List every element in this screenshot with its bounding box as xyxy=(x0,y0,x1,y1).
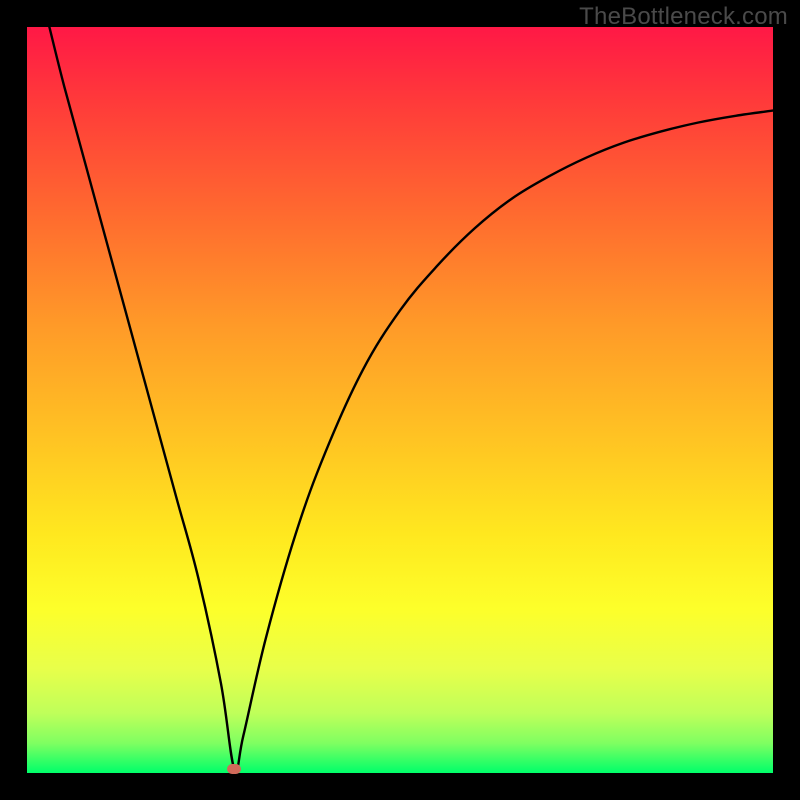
plot-area xyxy=(27,27,773,773)
curve-path xyxy=(49,27,773,772)
minimum-marker xyxy=(227,764,241,774)
bottleneck-curve xyxy=(27,27,773,773)
chart-frame: TheBottleneck.com xyxy=(0,0,800,800)
